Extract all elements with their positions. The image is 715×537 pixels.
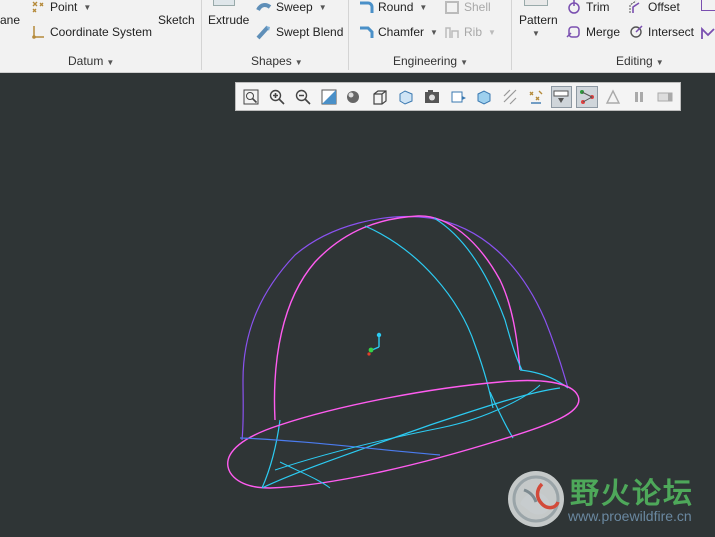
forum-logo-icon: [508, 471, 564, 527]
view-toolbar: [235, 82, 681, 111]
coordinate-system-button[interactable]: Coordinate System: [30, 22, 152, 42]
zoom-out-button[interactable]: [292, 86, 314, 108]
sweep-button[interactable]: Sweep ▼: [256, 0, 327, 17]
shapes-group-label[interactable]: Shapes ▼: [251, 54, 303, 68]
zoom-out-icon: [295, 89, 311, 105]
zoom-in-button[interactable]: [266, 86, 288, 108]
chevron-down-icon: ▼: [655, 58, 664, 67]
trim-icon: [566, 0, 582, 15]
point-button[interactable]: Point ▼: [30, 0, 91, 17]
editing-group-label[interactable]: Editing ▼: [616, 54, 664, 68]
swept-blend-icon: [256, 24, 272, 40]
merge-icon: [566, 24, 582, 40]
ribbon: ane Point ▼ Coordinate System Sketch Dat…: [0, 0, 715, 73]
sweep-icon: [256, 0, 272, 15]
chevron-down-icon: ▼: [419, 2, 428, 12]
forum-name: 野火论坛: [570, 476, 695, 510]
forum-url: www.proewildfire.cn: [568, 508, 692, 524]
repaint-button[interactable]: [318, 86, 340, 108]
spin-center-icon: [529, 90, 543, 104]
chevron-down-icon: ▼: [106, 58, 115, 67]
shell-button[interactable]: Shell: [444, 0, 491, 17]
chevron-down-icon: ▼: [294, 58, 303, 67]
named-views-button[interactable]: [447, 86, 469, 108]
selected-toggle-icon: [580, 89, 595, 104]
sketch-button[interactable]: Sketch: [158, 13, 195, 27]
plane-button-partial[interactable]: ane: [0, 13, 20, 27]
extrude-icon: [213, 0, 235, 6]
round-button[interactable]: Round ▼: [358, 0, 427, 17]
intersect-button[interactable]: Intersect: [628, 22, 694, 42]
intersect-icon: [628, 24, 644, 40]
graphics-viewport[interactable]: [0, 73, 715, 534]
zoom-in-icon: [269, 89, 285, 105]
thicken-icon-partial[interactable]: [701, 26, 715, 40]
display-style-button[interactable]: [344, 86, 366, 108]
point-icon: [30, 0, 46, 15]
section-button[interactable]: [473, 86, 495, 108]
repaint-icon: [321, 89, 337, 104]
helmet-model-wireframe[interactable]: [0, 73, 715, 534]
chevron-down-icon: ▼: [488, 27, 496, 37]
group-divider: [348, 0, 349, 70]
group-divider: [511, 0, 512, 70]
merge-button[interactable]: Merge: [566, 22, 620, 42]
saved-views-icon: [373, 89, 387, 105]
datum-display-icon: [503, 89, 517, 104]
pattern-button[interactable]: Pattern: [519, 13, 558, 27]
chevron-down-icon[interactable]: ▼: [532, 29, 540, 38]
coordinate-system-icon: [30, 24, 46, 40]
spin-center-button[interactable]: [525, 86, 547, 108]
swept-blend-button[interactable]: Swept Blend: [256, 22, 343, 42]
pattern-icon: [524, 0, 548, 6]
extrude-button[interactable]: Extrude: [208, 13, 249, 27]
offset-button[interactable]: Offset: [628, 0, 680, 17]
shell-icon: [444, 0, 460, 15]
trim-button[interactable]: Trim: [566, 0, 610, 17]
chevron-down-icon: ▼: [318, 2, 327, 12]
chevron-down-icon: ▼: [460, 58, 468, 67]
datum-display-button[interactable]: [499, 86, 521, 108]
perspective-button[interactable]: [421, 86, 443, 108]
annotation-display-button[interactable]: [550, 85, 573, 108]
group-divider: [201, 0, 202, 70]
datum-group-label[interactable]: Datum ▼: [68, 54, 114, 68]
offset-icon: [628, 0, 644, 15]
engineering-group-label[interactable]: Engineering ▼: [393, 54, 468, 68]
rib-icon: [444, 24, 460, 40]
cosmetic-button[interactable]: [602, 86, 624, 108]
display-style-icon: [347, 90, 360, 103]
chamfer-button[interactable]: Chamfer ▼: [358, 22, 438, 42]
cosmetic-icon: [606, 88, 621, 104]
solidify-icon-partial[interactable]: [701, 0, 715, 11]
last-icon: [657, 92, 673, 101]
annotation-display-icon: [553, 90, 569, 103]
round-icon: [358, 0, 374, 15]
named-views-icon: [451, 91, 466, 102]
chevron-down-icon: ▼: [430, 27, 438, 37]
last-button[interactable]: [654, 86, 676, 108]
chamfer-icon: [358, 24, 374, 40]
saved-views-button[interactable]: [369, 86, 391, 108]
selected-toggle-button[interactable]: [576, 85, 599, 108]
pause-icon: [635, 91, 644, 102]
view-manager-button[interactable]: [395, 86, 417, 108]
pause-button[interactable]: [628, 86, 650, 108]
refit-icon: [243, 89, 259, 104]
perspective-icon: [425, 89, 440, 103]
section-icon: [477, 89, 491, 105]
refit-button[interactable]: [240, 86, 262, 108]
view-manager-icon: [399, 89, 413, 105]
chevron-down-icon: ▼: [83, 2, 92, 12]
rib-button[interactable]: Rib ▼: [444, 22, 496, 42]
